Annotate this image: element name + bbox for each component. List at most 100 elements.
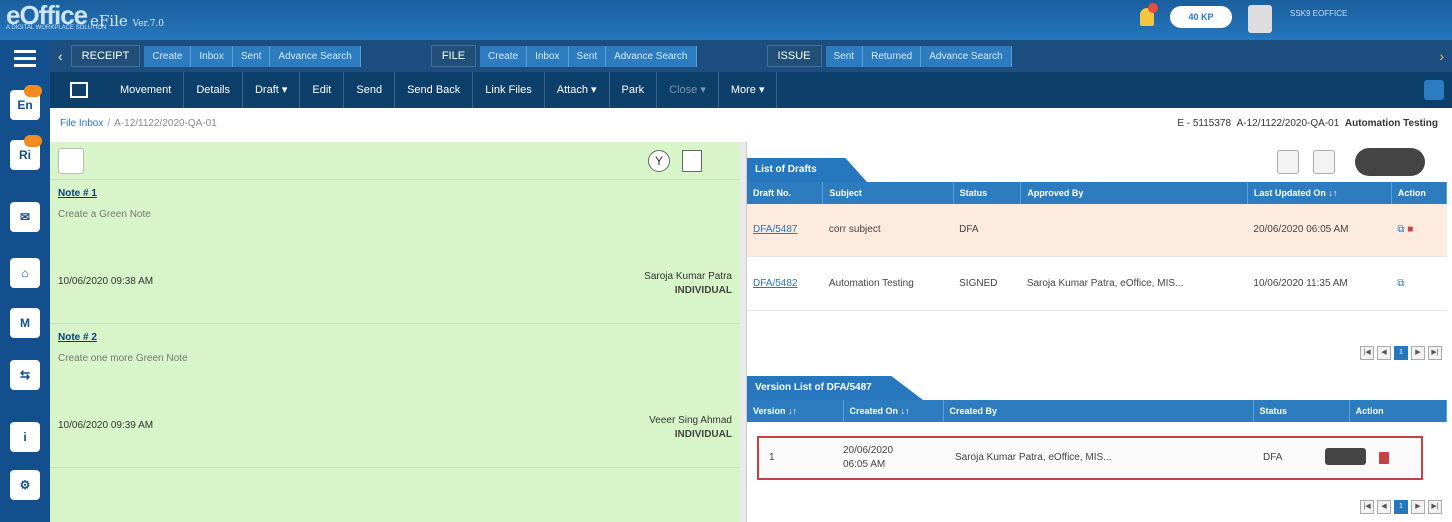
sidebar-transfer-icon[interactable]: ⇆ bbox=[10, 360, 40, 390]
link-files-button[interactable]: Link Files bbox=[473, 72, 545, 108]
row-actions: ⧉ ■ bbox=[1391, 204, 1447, 257]
first-page-icon[interactable]: |◀ bbox=[1360, 500, 1374, 514]
details-button[interactable]: Details bbox=[184, 72, 243, 108]
edit-note-icon[interactable] bbox=[58, 148, 84, 174]
notes-toolbar: Y bbox=[50, 142, 740, 180]
col-approved-by[interactable]: Approved By bbox=[1020, 182, 1248, 204]
col-created-on[interactable]: Created On ↓↑ bbox=[843, 400, 944, 422]
col-version-action: Action bbox=[1349, 400, 1448, 422]
send-button[interactable]: Send bbox=[344, 72, 396, 108]
prev-page-icon[interactable]: ◀ bbox=[1377, 346, 1391, 360]
note-body: Create a Green Note bbox=[58, 209, 151, 220]
file-create[interactable]: Create bbox=[480, 45, 528, 67]
table-row[interactable]: DFA/5482 Automation Testing SIGNED Saroj… bbox=[747, 256, 1447, 311]
page-number[interactable]: 1 bbox=[1394, 500, 1408, 514]
col-version-status[interactable]: Status bbox=[1253, 400, 1350, 422]
note-author: Saroja Kumar Patra INDIVIDUAL bbox=[644, 271, 732, 296]
issue-advance-search[interactable]: Advance Search bbox=[921, 45, 1012, 67]
send-back-button[interactable]: Send Back bbox=[395, 72, 474, 108]
version-icon[interactable]: ⧉ bbox=[1397, 278, 1404, 289]
attach-dropdown[interactable]: Attach ▾ bbox=[545, 72, 610, 108]
table-row[interactable]: DFA/5487 corr subject DFA 20/06/2020 06:… bbox=[747, 204, 1447, 257]
print-icon[interactable] bbox=[1424, 80, 1444, 100]
sidebar-info-icon[interactable]: i bbox=[10, 422, 40, 452]
version-icon[interactable]: ⧉ bbox=[1397, 224, 1404, 235]
delete-version-icon[interactable] bbox=[1379, 452, 1389, 464]
menu-section-file[interactable]: FILE bbox=[430, 45, 477, 67]
more-dropdown[interactable]: More ▾ bbox=[719, 72, 778, 108]
receipt-advance-search[interactable]: Advance Search bbox=[270, 45, 361, 67]
file-inbox[interactable]: Inbox bbox=[527, 45, 569, 67]
notes-panel: Y Note # 1 Create a Green Note 10/06/202… bbox=[50, 142, 740, 522]
sidebar-home-icon[interactable]: ⌂ bbox=[10, 258, 40, 288]
hamburger-icon[interactable] bbox=[14, 50, 36, 68]
sidebar-efile-icon[interactable]: En bbox=[10, 85, 42, 120]
user-info[interactable]: SSK9 EOFFICE bbox=[1290, 8, 1347, 20]
park-button[interactable]: Park bbox=[610, 72, 658, 108]
sidebar-receipt-icon[interactable]: Ri bbox=[10, 135, 42, 170]
versions-tab[interactable]: Version List of DFA/5487 bbox=[747, 376, 923, 400]
note-item: Note # 1 Create a Green Note 10/06/2020 … bbox=[50, 180, 740, 324]
movement-button[interactable]: Movement bbox=[108, 72, 185, 108]
menu-bar: ‹ RECEIPT Create Inbox Sent Advance Sear… bbox=[50, 40, 1452, 72]
grid-view-icon[interactable] bbox=[1277, 150, 1299, 174]
delete-icon[interactable]: ■ bbox=[1407, 224, 1413, 235]
version-row[interactable]: 1 20/06/2020 06:05 AM Saroja Kumar Patra… bbox=[757, 436, 1423, 480]
file-view-icon[interactable] bbox=[70, 82, 88, 98]
page-number[interactable]: 1 bbox=[1394, 346, 1408, 360]
receipt-create[interactable]: Create bbox=[144, 45, 192, 67]
breadcrumb: File Inbox / A-12/1122/2020-QA-01 bbox=[60, 118, 217, 129]
sidebar-mail-icon[interactable]: ✉ bbox=[10, 202, 40, 232]
drafts-pager: |◀ ◀ 1 ▶ ▶| bbox=[1360, 346, 1442, 360]
col-draft-no[interactable]: Draft No. bbox=[747, 182, 824, 204]
col-action: Action bbox=[1391, 182, 1448, 204]
note-title[interactable]: Note # 2 bbox=[58, 332, 732, 343]
last-page-icon[interactable]: ▶| bbox=[1428, 500, 1442, 514]
draft-menu-icon[interactable] bbox=[1355, 148, 1425, 176]
col-status[interactable]: Status bbox=[953, 182, 1022, 204]
note-title[interactable]: Note # 1 bbox=[58, 188, 732, 199]
avatar[interactable] bbox=[1248, 5, 1272, 33]
sidebar-settings-icon[interactable]: ⚙ bbox=[10, 470, 40, 500]
top-header: eOffice A DIGITAL WORKPLACE SOLUTION eFi… bbox=[0, 0, 1452, 40]
scroll-right-arrow-icon[interactable]: › bbox=[1431, 48, 1452, 64]
receipt-sent[interactable]: Sent bbox=[232, 45, 271, 67]
notify-pill[interactable]: 40 KP bbox=[1170, 6, 1232, 28]
edit-button[interactable]: Edit bbox=[300, 72, 345, 108]
next-page-icon[interactable]: ▶ bbox=[1411, 500, 1425, 514]
row-actions: ⧉ bbox=[1391, 256, 1447, 311]
version-number[interactable]: 1 bbox=[769, 452, 775, 463]
file-advance-search[interactable]: Advance Search bbox=[606, 45, 697, 67]
breadcrumb-root[interactable]: File Inbox bbox=[60, 118, 103, 129]
col-created-by[interactable]: Created By bbox=[943, 400, 1254, 422]
delete-tooltip: Delete bbox=[1325, 448, 1366, 465]
list-view-icon[interactable] bbox=[1313, 150, 1335, 174]
drafts-table: Draft No. Subject Status Approved By Las… bbox=[747, 182, 1448, 311]
sidebar-message-icon[interactable]: M bbox=[10, 308, 40, 338]
document-icon[interactable] bbox=[682, 150, 702, 172]
drafts-panel: List of Drafts Draft No. Subject Status … bbox=[746, 142, 1452, 522]
close-dropdown[interactable]: Close ▾ bbox=[657, 72, 719, 108]
col-last-updated[interactable]: Last Updated On ↓↑ bbox=[1247, 182, 1392, 204]
file-toolbar: Movement Details Draft ▾ Edit Send Send … bbox=[50, 72, 1452, 108]
last-page-icon[interactable]: ▶| bbox=[1428, 346, 1442, 360]
left-sidebar: En Ri ✉ ⌂ M ⇆ i ⚙ bbox=[0, 40, 50, 522]
draft-link[interactable]: DFA/5487 bbox=[753, 224, 797, 235]
issue-sent[interactable]: Sent bbox=[825, 45, 864, 67]
menu-section-issue[interactable]: ISSUE bbox=[766, 45, 822, 67]
filter-icon[interactable]: Y bbox=[648, 150, 670, 172]
file-sent[interactable]: Sent bbox=[568, 45, 607, 67]
prev-page-icon[interactable]: ◀ bbox=[1377, 500, 1391, 514]
first-page-icon[interactable]: |◀ bbox=[1360, 346, 1374, 360]
menu-section-receipt[interactable]: RECEIPT bbox=[70, 45, 141, 67]
next-page-icon[interactable]: ▶ bbox=[1411, 346, 1425, 360]
draft-link[interactable]: DFA/5482 bbox=[753, 278, 797, 289]
scroll-left-arrow-icon[interactable]: ‹ bbox=[50, 48, 71, 64]
version-status: DFA bbox=[1263, 452, 1283, 463]
issue-returned[interactable]: Returned bbox=[863, 45, 922, 67]
receipt-inbox[interactable]: Inbox bbox=[191, 45, 233, 67]
col-version[interactable]: Version ↓↑ bbox=[747, 400, 844, 422]
draft-dropdown[interactable]: Draft ▾ bbox=[243, 72, 301, 108]
col-subject[interactable]: Subject bbox=[822, 182, 954, 204]
version-created-on: 20/06/2020 06:05 AM bbox=[843, 445, 894, 470]
